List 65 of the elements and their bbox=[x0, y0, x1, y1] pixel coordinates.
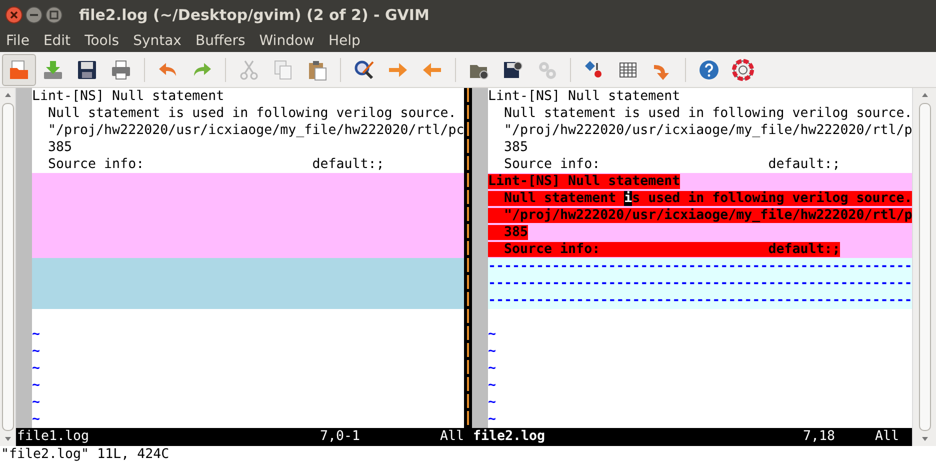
code-text: s used in following verilog source. bbox=[632, 191, 912, 206]
menu-item[interactable]: Edit bbox=[43, 33, 71, 49]
menu-item[interactable]: Window bbox=[259, 33, 314, 49]
search-icon[interactable] bbox=[353, 58, 375, 80]
empty-line-marker: ~ bbox=[488, 395, 496, 410]
help-icon[interactable] bbox=[698, 58, 720, 80]
code-text: ----------------------------------------------------- bbox=[488, 276, 912, 291]
code-line: "/proj/hw222020/usr/icxiaoge/my_file/hw222020/rtl/p bbox=[503, 123, 912, 138]
new-file-icon[interactable] bbox=[8, 58, 30, 80]
cursor-position: 7,0-1 bbox=[320, 428, 362, 446]
menu-item[interactable]: Syntax bbox=[133, 33, 182, 49]
code-line: 385 bbox=[47, 140, 72, 155]
scroll-position: All bbox=[875, 428, 900, 446]
paste-icon[interactable] bbox=[306, 58, 328, 80]
scroll-position: All bbox=[440, 428, 464, 446]
code-text: ----------------------------------------------------- bbox=[488, 293, 912, 308]
menu-item[interactable]: Tools bbox=[84, 33, 120, 49]
window-title: file2.log (~/Desktop/gvim) (2 of 2) - GVIM bbox=[79, 6, 430, 24]
menu-item[interactable]: Buffers bbox=[195, 33, 246, 49]
empty-line-marker: ~ bbox=[32, 327, 40, 342]
scrollbar[interactable] bbox=[0, 88, 16, 446]
code-line: "/proj/hw222020/usr/icxiaoge/my_file/hw222020/rtl/pc bbox=[47, 123, 464, 138]
command-line-message: "file2.log" 11L, 424C bbox=[1, 447, 170, 462]
status-filename: file1.log bbox=[16, 428, 90, 446]
empty-line-marker: ~ bbox=[32, 361, 40, 376]
code-text: Null statement bbox=[488, 191, 624, 206]
minimize-icon[interactable] bbox=[25, 6, 43, 24]
close-icon[interactable] bbox=[5, 6, 23, 24]
code-line: Lint-[NS] Null statement bbox=[32, 89, 224, 104]
text-cursor: i bbox=[624, 191, 632, 206]
code-line: Null statement is used in following verilog source. bbox=[503, 106, 912, 121]
maximize-icon[interactable] bbox=[45, 6, 63, 24]
empty-line-marker: ~ bbox=[488, 327, 496, 342]
code-text: ----------------------------------------------------- bbox=[488, 259, 912, 274]
split-separator[interactable] bbox=[464, 88, 472, 428]
scrollbar-thumb[interactable] bbox=[918, 103, 930, 431]
empty-line-marker: ~ bbox=[32, 344, 40, 359]
print-icon[interactable] bbox=[110, 58, 132, 80]
lifebuoy-icon[interactable] bbox=[732, 58, 754, 80]
empty-line-marker: ~ bbox=[488, 361, 496, 376]
menu-item[interactable]: Help bbox=[328, 33, 360, 49]
code-line: Source info: default:; bbox=[47, 157, 384, 172]
scrollbar-thumb[interactable] bbox=[2, 103, 14, 431]
empty-line-marker: ~ bbox=[488, 412, 496, 427]
new-file-button[interactable] bbox=[2, 54, 36, 86]
empty-line-marker: ~ bbox=[488, 344, 496, 359]
code-text: Source info: default:; bbox=[488, 242, 840, 257]
status-filename: file2.log bbox=[472, 428, 546, 446]
code-text: Lint-[NS] Null statement bbox=[488, 174, 680, 189]
scrollbar[interactable] bbox=[912, 88, 936, 446]
code-text: "/proj/hw222020/usr/icxiaoge/my_file/hw222020/rtl/p bbox=[488, 208, 912, 223]
code-line: 385 bbox=[503, 140, 528, 155]
cursor-position: 7,18 bbox=[803, 428, 836, 446]
empty-line-marker: ~ bbox=[32, 378, 40, 393]
menu-item[interactable]: File bbox=[6, 33, 30, 49]
empty-line-marker: ~ bbox=[32, 395, 40, 410]
code-text: 385 bbox=[488, 225, 528, 240]
save-icon[interactable] bbox=[76, 58, 98, 80]
code-line: Lint-[NS] Null statement bbox=[488, 89, 680, 104]
code-line: Source info: default:; bbox=[503, 157, 840, 172]
download-icon[interactable] bbox=[42, 58, 64, 80]
floppy-gear-icon[interactable] bbox=[502, 58, 524, 80]
empty-line-marker: ~ bbox=[32, 412, 40, 427]
empty-line-marker: ~ bbox=[488, 378, 496, 393]
code-line: Null statement is used in following verilog source. bbox=[47, 106, 456, 121]
